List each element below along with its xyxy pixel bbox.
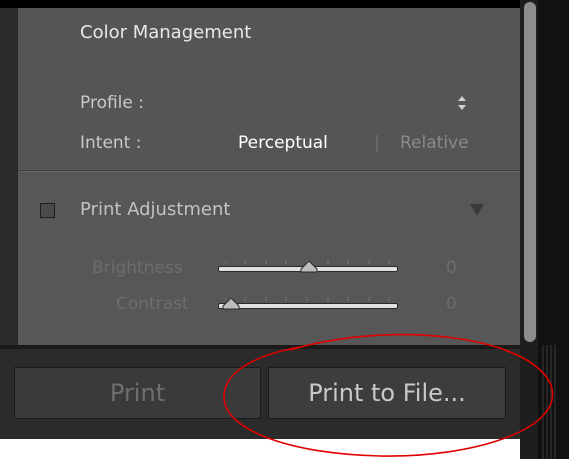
contrast-slider-track[interactable]: [218, 303, 398, 309]
print-module-panel: Options Color Management Profile : Inten…: [0, 0, 569, 459]
section-divider-highlight: [18, 171, 520, 172]
intent-option-relative[interactable]: Relative: [400, 133, 469, 153]
contrast-label: Contrast: [116, 294, 189, 314]
print-adjustment-checkbox[interactable]: [40, 203, 55, 218]
contrast-slider-thumb-icon[interactable]: [222, 298, 240, 310]
disclosure-triangle-icon[interactable]: [469, 203, 485, 217]
intent-separator: |: [374, 133, 380, 153]
brightness-label: Brightness: [92, 258, 183, 278]
bottom-bar-top-edge: [0, 345, 520, 349]
print-to-file-button[interactable]: Print to File...: [268, 367, 506, 419]
contrast-slider-ticks: [225, 297, 390, 301]
panel-left-edge: [0, 8, 18, 345]
print-button[interactable]: Print: [14, 367, 261, 419]
brightness-value: 0: [446, 258, 457, 278]
profile-label: Profile :: [80, 93, 144, 113]
intent-label: Intent :: [80, 133, 142, 153]
brightness-slider-thumb-icon[interactable]: [300, 261, 318, 273]
color-management-title: Color Management: [80, 22, 252, 43]
profile-spinner-icon[interactable]: [457, 95, 467, 111]
contrast-value: 0: [446, 294, 457, 314]
scrollbar-thumb[interactable]: [524, 2, 536, 342]
print-adjustment-title: Print Adjustment: [80, 199, 231, 220]
bottom-white-margin: [0, 439, 520, 459]
intent-option-perceptual[interactable]: Perceptual: [238, 133, 328, 153]
right-edge-lines: [542, 345, 556, 459]
